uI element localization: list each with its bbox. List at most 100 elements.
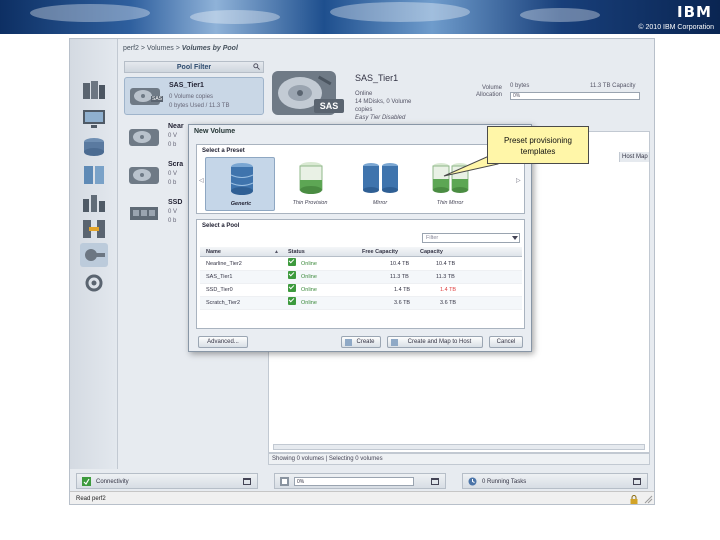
pool-usage: 0 b <box>168 218 177 224</box>
horizontal-scrollbar[interactable] <box>273 444 645 450</box>
breadcrumb-current: Volumes by Pool <box>181 45 238 52</box>
sort-ascending-icon[interactable]: ▲ <box>274 247 279 257</box>
breadcrumb-path[interactable]: perf2 > Volumes > <box>123 45 182 52</box>
pool-row-free: 10.4 TB <box>390 261 410 267</box>
online-check-icon <box>288 297 296 305</box>
allocation-used: 0 bytes <box>510 83 530 89</box>
generic-database-icon <box>230 163 254 195</box>
pools-icon[interactable] <box>80 135 108 159</box>
cancel-button[interactable]: Cancel <box>489 336 523 348</box>
pool-detail-status: Online <box>355 91 373 97</box>
pool-row-scratch-tier2[interactable]: Scratch_Tier2 Online 3.6 TB 3.6 TB <box>200 297 522 310</box>
pool-row-sas-tier1[interactable]: SAS_Tier1 Online 11.3 TB 11.3 TB <box>200 271 522 284</box>
hosts-icon[interactable] <box>80 191 108 215</box>
circuit-board-icon <box>130 207 158 220</box>
home-servers-icon[interactable] <box>80 79 108 103</box>
column-header-status[interactable]: Status <box>288 247 305 257</box>
column-header-host-map[interactable]: Host Map <box>619 152 649 162</box>
pool-volume-copies: 0 V <box>168 133 178 139</box>
running-tasks-bar[interactable]: 0 Running Tasks <box>462 473 648 489</box>
copy-services-icon[interactable] <box>80 217 108 241</box>
copyright-text: © 2010 IBM Corporation <box>638 24 714 31</box>
pool-name: SSD <box>168 199 183 206</box>
create-map-icon <box>391 339 398 346</box>
connectivity-icon <box>82 477 91 486</box>
preset-label: Generic <box>230 201 252 207</box>
pool-row-name: SAS_Tier1 <box>206 274 233 280</box>
scroll-right-icon[interactable]: ▷ <box>516 177 522 185</box>
pool-filter-title: Pool Filter <box>124 61 264 73</box>
pool-filter-input[interactable]: Filter <box>422 233 520 243</box>
preset-section-title: Select a Preset <box>202 148 245 154</box>
access-icon[interactable] <box>80 243 108 267</box>
column-header-name[interactable]: Name <box>206 247 221 257</box>
banner-cloud <box>330 2 470 22</box>
pool-row-status: Online <box>301 261 317 267</box>
preset-label: Thin Mirror <box>436 200 464 206</box>
pool-row-status: Online <box>301 274 317 280</box>
pool-name: Near <box>168 123 184 130</box>
pool-row-free: 3.6 TB <box>394 300 411 306</box>
online-check-icon <box>288 271 296 279</box>
settings-icon[interactable] <box>80 271 108 295</box>
hard-disk-icon <box>129 129 159 146</box>
callout-box: Preset provisioning templates <box>487 126 589 164</box>
running-tasks-label: 0 Running Tasks <box>482 479 527 485</box>
pool-detail-copies: copies <box>355 107 373 113</box>
pool-name: SAS_Tier1 <box>169 82 204 89</box>
pool-table-header: Name ▲ Status Free Capacity Capacity <box>200 247 522 257</box>
nav-rail <box>70 39 118 469</box>
browser-status-bar: Read perf2 <box>70 491 654 504</box>
capacity-bar[interactable]: 0% <box>274 473 446 489</box>
monitoring-icon[interactable] <box>80 107 108 131</box>
create-icon <box>345 339 352 346</box>
create-and-map-button[interactable]: Create and Map to Host <box>387 336 483 348</box>
pool-item-sas-tier1[interactable]: SAS_Tier1 0 Volume copies 0 bytes Used /… <box>124 77 264 115</box>
screenshot-root: IBM © 2010 IBM Corporation perf2 > Volum… <box>0 0 720 540</box>
pool-badge: SAS <box>151 96 164 102</box>
column-header-capacity[interactable]: Capacity <box>420 247 443 257</box>
column-header-free-capacity[interactable]: Free Capacity <box>362 247 398 257</box>
advanced-button[interactable]: Advanced... <box>198 336 248 348</box>
preset-generic[interactable]: Generic <box>205 157 275 211</box>
pool-usage: 0 b <box>168 180 177 186</box>
pool-row-capacity: 3.6 TB <box>440 300 457 306</box>
thin-provision-database-icon <box>299 162 323 194</box>
mirror-database-icon <box>363 163 398 193</box>
preset-thin-provision[interactable]: Thin Provision <box>275 157 345 211</box>
pool-type-badge: SAS <box>314 99 344 113</box>
ibm-logo: IBM <box>677 3 712 21</box>
volume-allocation-label: Volume Allocation <box>475 85 502 98</box>
create-and-map-label: Create and Map to Host <box>407 339 472 345</box>
pool-row-free: 1.4 TB <box>394 287 411 293</box>
banner-cloud <box>30 4 150 22</box>
maximize-icon[interactable] <box>431 478 439 485</box>
pool-volume-copies: 0 Volume copies <box>169 94 214 100</box>
header-banner: IBM © 2010 IBM Corporation <box>0 0 720 34</box>
allocation-capacity: 11.3 TB Capacity <box>590 83 636 89</box>
chevron-down-icon[interactable] <box>512 236 518 240</box>
maximize-icon[interactable] <box>633 478 641 485</box>
volumes-icon[interactable] <box>80 163 108 187</box>
lock-icon <box>630 495 638 504</box>
create-button[interactable]: Create <box>341 336 381 348</box>
browser-status-text: Read perf2 <box>76 496 106 502</box>
pool-name: Scra <box>168 161 184 168</box>
pool-row-name: Nearline_Tier2 <box>206 261 242 267</box>
pool-detail-title: SAS_Tier1 <box>355 73 399 83</box>
pool-volume-copies: 0 V <box>168 171 178 177</box>
resize-grip-icon[interactable] <box>643 495 653 504</box>
maximize-icon[interactable] <box>243 478 251 485</box>
pool-section-title: Select a Pool <box>202 223 240 229</box>
connectivity-bar[interactable]: Connectivity <box>76 473 258 489</box>
capacity-icon <box>280 477 289 486</box>
pool-row-capacity: 1.4 TB <box>440 287 457 293</box>
pool-row-ssd-tier0[interactable]: SSD_Tier0 Online 1.4 TB 1.4 TB <box>200 284 522 297</box>
hard-disk-icon <box>129 167 159 184</box>
filter-placeholder: Filter <box>426 235 439 241</box>
online-check-icon <box>288 258 296 266</box>
banner-cloud <box>520 8 600 22</box>
pool-row-nearline-tier2[interactable]: Nearline_Tier2 Online 10.4 TB 10.4 TB <box>200 258 522 271</box>
search-icon[interactable] <box>253 63 260 70</box>
preset-mirror[interactable]: Mirror <box>345 157 415 211</box>
